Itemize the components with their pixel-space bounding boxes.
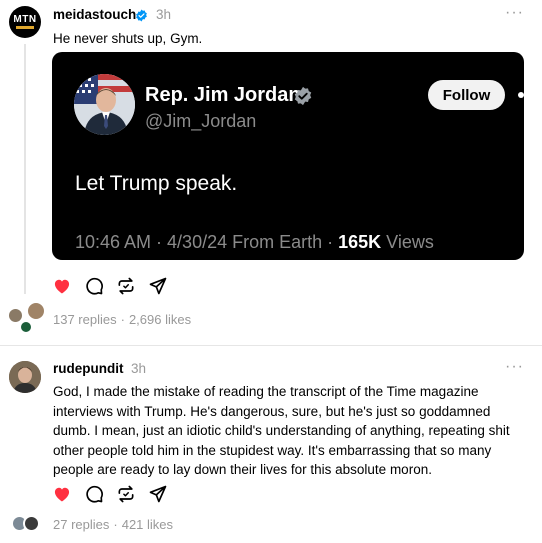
- post-stats: 137 replies · 2,696 likes: [53, 312, 191, 327]
- send-icon: [149, 485, 167, 503]
- mini-avatar[interactable]: [19, 320, 33, 334]
- profile-photo-icon: [9, 361, 41, 393]
- post-actions: [52, 483, 180, 505]
- likes-count[interactable]: 2,696 likes: [129, 312, 191, 327]
- verified-badge-icon: [136, 9, 147, 22]
- reply-button[interactable]: [84, 483, 116, 505]
- verified-badge-icon: [294, 86, 312, 106]
- avatar[interactable]: MTN: [9, 6, 41, 38]
- follow-button[interactable]: Follow: [428, 80, 505, 110]
- repost-button[interactable]: [116, 275, 148, 297]
- dot-icon: [518, 92, 524, 98]
- post-text: God, I made the mistake of reading the t…: [53, 384, 510, 477]
- mini-avatar[interactable]: [26, 301, 46, 321]
- share-button[interactable]: [148, 483, 180, 505]
- comment-icon: [86, 485, 103, 503]
- post-divider: [0, 345, 542, 346]
- reply-button[interactable]: [84, 275, 116, 297]
- like-button[interactable]: [52, 483, 84, 505]
- embedded-tweet-view-count: 165K: [338, 232, 382, 252]
- post-time[interactable]: 3h: [156, 7, 171, 22]
- stat-separator: ·: [113, 517, 118, 532]
- username[interactable]: meidastouch: [53, 7, 136, 22]
- heart-icon: [54, 279, 70, 294]
- like-button[interactable]: [52, 275, 84, 297]
- repost-icon: [118, 277, 134, 295]
- thread-line: [24, 44, 26, 294]
- post-time[interactable]: 3h: [131, 361, 146, 376]
- comment-icon: [86, 277, 103, 295]
- embedded-tweet-timestamp: 10:46 AM · 4/30/24 From Earth ·: [75, 232, 339, 252]
- post-stats: 27 replies · 421 likes: [53, 517, 173, 532]
- send-icon: [149, 277, 167, 295]
- post-actions: [52, 275, 180, 297]
- embedded-tweet-views-label: Views: [381, 232, 434, 252]
- repost-button[interactable]: [116, 483, 148, 505]
- repost-icon: [118, 485, 134, 503]
- likes-count[interactable]: 421 likes: [122, 517, 173, 532]
- embedded-author-name: Rep. Jim Jordan: [145, 84, 301, 106]
- avatar-logo-bar: [16, 26, 34, 29]
- more-options-icon[interactable]: ···: [505, 4, 524, 22]
- stat-separator: ·: [120, 312, 125, 327]
- thread-post-rudepundit: rudepundit 3h ··· God, I made the mistak…: [0, 347, 542, 543]
- more-options-icon[interactable]: ···: [505, 358, 524, 376]
- thread-post-meidastouch: MTN meidastouch 3h ··· He never shuts up…: [0, 0, 542, 345]
- embedded-author-handle: @Jim_Jordan: [145, 111, 257, 131]
- heart-icon: [54, 487, 70, 502]
- embedded-tweet-card[interactable]: Rep. Jim Jordan @Jim_Jordan Follow Let T…: [52, 52, 524, 260]
- embedded-tweet-text: Let Trump speak.: [75, 172, 238, 195]
- avatar[interactable]: [9, 361, 41, 393]
- embedded-avatar: [74, 74, 135, 135]
- embedded-tweet-meta: 10:46 AM · 4/30/24 From Earth · 165K Vie…: [75, 232, 434, 253]
- post-text: He never shuts up, Gym.: [53, 31, 203, 46]
- username[interactable]: rudepundit: [53, 361, 124, 376]
- avatar-logo-text: MTN: [13, 14, 37, 25]
- replies-count[interactable]: 137 replies: [53, 312, 117, 327]
- share-button[interactable]: [148, 275, 180, 297]
- mini-avatar[interactable]: [23, 515, 40, 532]
- replies-count[interactable]: 27 replies: [53, 517, 109, 532]
- profile-photo-icon: [74, 74, 135, 135]
